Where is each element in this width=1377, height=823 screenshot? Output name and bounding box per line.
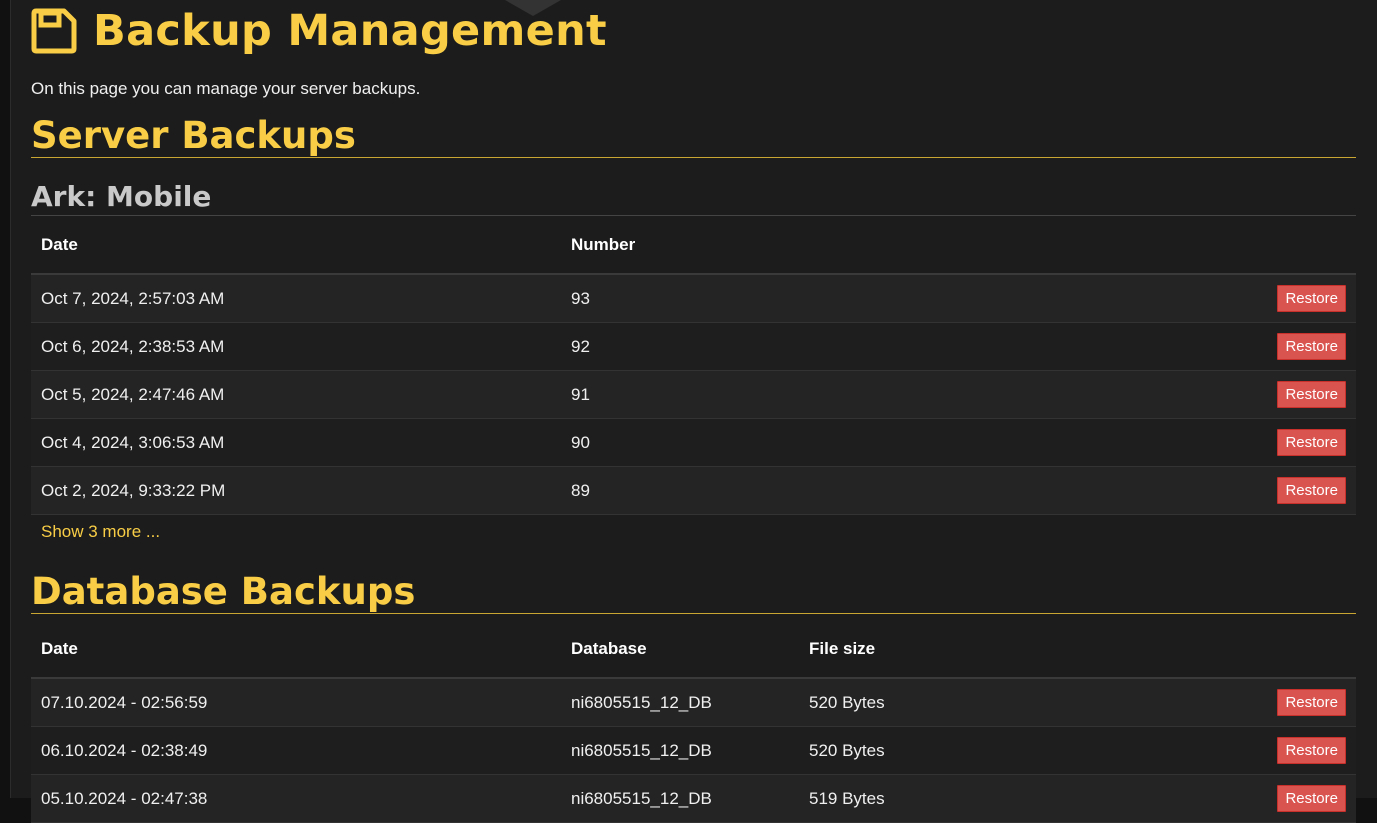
column-header-database: Database: [561, 620, 799, 679]
page-title: Backup Management: [31, 6, 607, 56]
backup-date: 06.10.2024 - 02:38:49: [31, 726, 561, 775]
server-backups-table: Date Number Oct 7, 2024, 2:57:03 AM 93 R…: [31, 216, 1356, 515]
column-header-date: Date: [31, 216, 561, 275]
backup-date: Oct 2, 2024, 9:33:22 PM: [31, 466, 561, 515]
column-header-number: Number: [561, 216, 799, 275]
table-header-row: Date Number: [31, 216, 1356, 275]
backup-number: 93: [561, 274, 799, 323]
backup-date: Oct 7, 2024, 2:57:03 AM: [31, 274, 561, 323]
page-intro: On this page you can manage your server …: [31, 79, 421, 98]
floppy-disk-icon: [31, 8, 77, 54]
backup-date: Oct 4, 2024, 3:06:53 AM: [31, 418, 561, 467]
actions-cell: Restore: [799, 418, 1356, 467]
server-name-heading: Ark: Mobile: [31, 179, 1356, 216]
backup-number: 89: [561, 466, 799, 515]
database-name: ni6805515_12_DB: [561, 726, 799, 775]
restore-button[interactable]: Restore: [1277, 285, 1346, 312]
database-backups-heading: Database Backups: [31, 571, 1356, 614]
backup-date: 07.10.2024 - 02:56:59: [31, 678, 561, 727]
column-header-actions: [799, 216, 1356, 275]
actions-cell: Restore: [1099, 774, 1356, 823]
table-row: Oct 5, 2024, 2:47:46 AM 91 Restore: [31, 370, 1356, 419]
page-title-text: Backup Management: [93, 6, 607, 56]
column-header-file-size: File size: [799, 620, 1099, 679]
table-row: 06.10.2024 - 02:38:49 ni6805515_12_DB 52…: [31, 726, 1356, 775]
actions-cell: Restore: [1099, 678, 1356, 727]
database-backups-table: Date Database File size 07.10.2024 - 02:…: [31, 620, 1356, 823]
backup-number: 90: [561, 418, 799, 467]
backup-number: 92: [561, 322, 799, 371]
backup-date: Oct 6, 2024, 2:38:53 AM: [31, 322, 561, 371]
database-name: ni6805515_12_DB: [561, 678, 799, 727]
table-header-row: Date Database File size: [31, 620, 1356, 679]
restore-button[interactable]: Restore: [1277, 381, 1346, 408]
restore-button[interactable]: Restore: [1277, 477, 1346, 504]
table-row: Oct 7, 2024, 2:57:03 AM 93 Restore: [31, 274, 1356, 323]
actions-cell: Restore: [1099, 726, 1356, 775]
backup-date: 05.10.2024 - 02:47:38: [31, 774, 561, 823]
restore-button[interactable]: Restore: [1277, 785, 1346, 812]
table-row: 07.10.2024 - 02:56:59 ni6805515_12_DB 52…: [31, 678, 1356, 727]
column-header-actions: [1099, 620, 1356, 679]
server-backups-heading: Server Backups: [31, 115, 1356, 158]
file-size: 519 Bytes: [799, 774, 1099, 823]
restore-button[interactable]: Restore: [1277, 333, 1346, 360]
actions-cell: Restore: [799, 370, 1356, 419]
backup-date: Oct 5, 2024, 2:47:46 AM: [31, 370, 561, 419]
actions-cell: Restore: [799, 322, 1356, 371]
restore-button[interactable]: Restore: [1277, 689, 1346, 716]
actions-cell: Restore: [799, 274, 1356, 323]
restore-button[interactable]: Restore: [1277, 429, 1346, 456]
file-size: 520 Bytes: [799, 726, 1099, 775]
file-size: 520 Bytes: [799, 678, 1099, 727]
table-row: Oct 4, 2024, 3:06:53 AM 90 Restore: [31, 418, 1356, 467]
backup-number: 91: [561, 370, 799, 419]
show-more-link[interactable]: Show 3 more ...: [41, 522, 160, 542]
actions-cell: Restore: [799, 466, 1356, 515]
page-frame: Backup Management On this page you can m…: [10, 0, 1377, 823]
table-row: 05.10.2024 - 02:47:38 ni6805515_12_DB 51…: [31, 774, 1356, 823]
table-row: Oct 2, 2024, 9:33:22 PM 89 Restore: [31, 466, 1356, 515]
database-name: ni6805515_12_DB: [561, 774, 799, 823]
restore-button[interactable]: Restore: [1277, 737, 1346, 764]
column-header-date: Date: [31, 620, 561, 679]
table-row: Oct 6, 2024, 2:38:53 AM 92 Restore: [31, 322, 1356, 371]
